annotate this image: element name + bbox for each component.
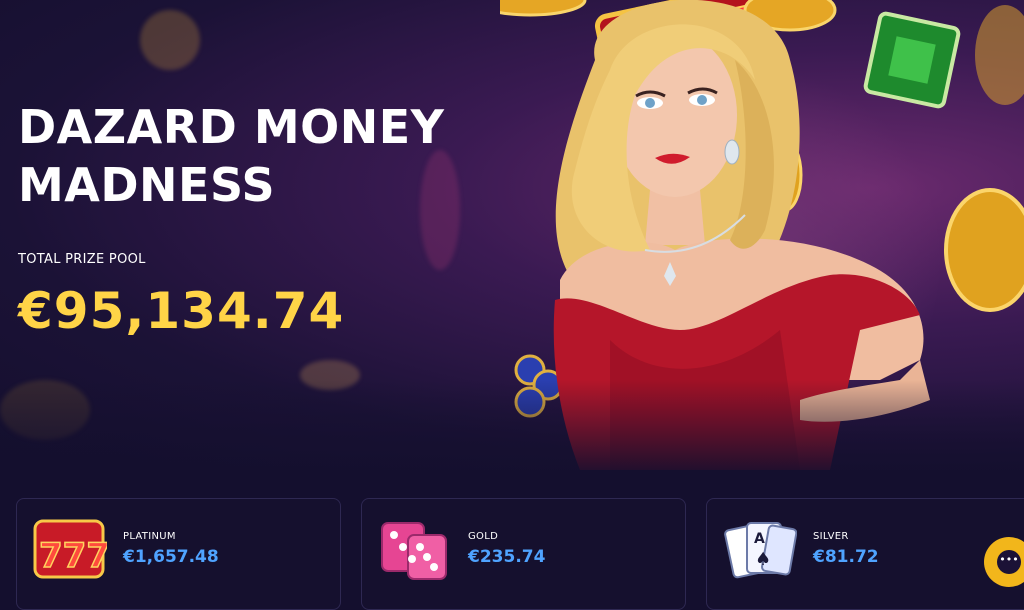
gold-coin: [944, 188, 1024, 312]
tier-card-gold[interactable]: GOLD €235.74: [361, 498, 686, 610]
hero-bottom-fade: [0, 380, 1024, 470]
pink-dice-icon: [381, 522, 447, 580]
hero-banner: 777: [0, 0, 1024, 470]
gold-coin: [975, 5, 1024, 105]
tier-name: GOLD: [468, 531, 499, 542]
svg-text:♠: ♠: [755, 549, 771, 570]
total-prize-pool-value: €95,134.74: [18, 282, 345, 340]
svg-text:777: 777: [39, 536, 107, 576]
tier-card-platinum[interactable]: 777 PLATINUM €1,657.48: [16, 498, 341, 610]
tournament-title: DAZARD MONEY MADNESS: [18, 100, 445, 212]
total-prize-pool-label: TOTAL PRIZE POOL: [18, 252, 146, 267]
slot-777-icon: 777: [33, 519, 107, 579]
tier-amount: €235.74: [468, 547, 546, 567]
playing-cards-icon: A ♠: [724, 522, 797, 579]
svg-text:A: A: [754, 531, 765, 547]
tier-amount: €1,657.48: [123, 547, 219, 567]
tier-name: SILVER: [813, 531, 849, 542]
emerald-gem: [863, 11, 961, 109]
tier-name: PLATINUM: [123, 531, 176, 542]
chat-bubble-icon: •••: [997, 550, 1021, 574]
prize-tiers: 777 PLATINUM €1,657.48 GOLD €235.74 A ♠ …: [0, 498, 1024, 610]
tier-card-silver[interactable]: A ♠ SILVER €81.72: [706, 498, 1024, 610]
tier-amount: €81.72: [813, 547, 879, 567]
gold-coin: [500, 0, 587, 17]
bokeh-light: [140, 10, 200, 70]
